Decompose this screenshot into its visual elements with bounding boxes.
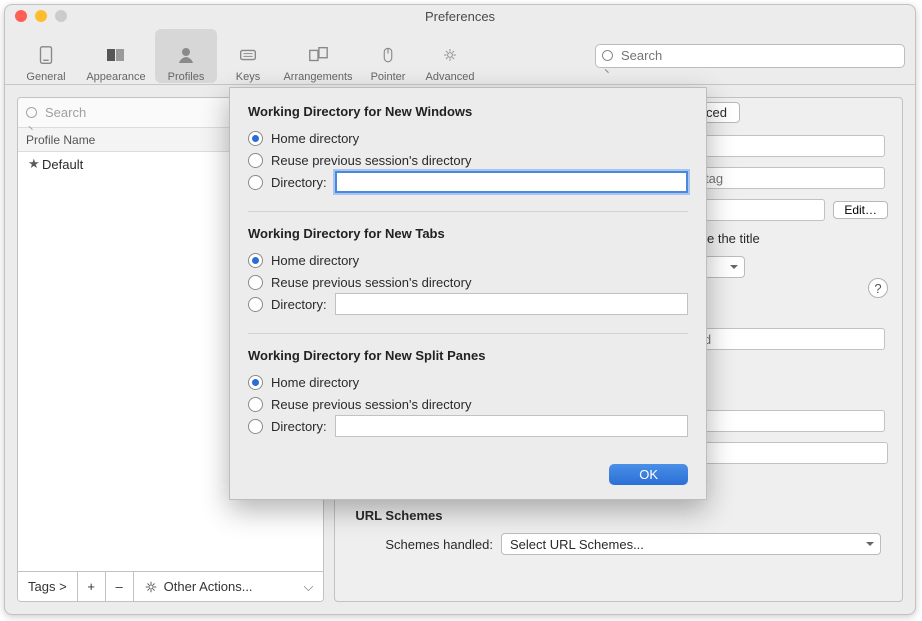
window-zoom-button[interactable] xyxy=(55,10,67,22)
tab-appearance-label: Appearance xyxy=(86,71,145,83)
keys-icon xyxy=(234,41,262,69)
window-close-button[interactable] xyxy=(15,10,27,22)
wd-windows-dir-label: Directory: xyxy=(271,175,327,190)
ok-button[interactable]: OK xyxy=(609,464,688,485)
wd-windows-home-label: Home directory xyxy=(271,131,359,146)
tab-arrangements-label: Arrangements xyxy=(283,71,352,83)
tags-button[interactable]: Tags > xyxy=(18,572,78,601)
toolbar-search[interactable] xyxy=(595,44,905,68)
wd-panes-dir-label: Directory: xyxy=(271,419,327,434)
tab-keys-label: Keys xyxy=(236,71,260,83)
wd-tabs-radio-reuse[interactable] xyxy=(248,275,263,290)
preferences-toolbar: General Appearance Profiles Keys Arrange… xyxy=(5,27,915,85)
wd-tabs-reuse-label: Reuse previous session's directory xyxy=(271,275,471,290)
wd-windows-radio-reuse[interactable] xyxy=(248,153,263,168)
other-actions-dropdown[interactable]: Other Actions... ⌵ xyxy=(134,572,324,601)
wd-panes-dir-input[interactable] xyxy=(335,415,688,437)
wd-tabs-dir-input[interactable] xyxy=(335,293,688,315)
wd-panes-radio-reuse[interactable] xyxy=(248,397,263,412)
tab-appearance[interactable]: Appearance xyxy=(77,29,155,83)
tab-general-label: General xyxy=(26,71,65,83)
sidebar-bottom-bar: Tags > + – Other Actions... ⌵ xyxy=(18,571,323,601)
help-button[interactable]: ? xyxy=(868,278,888,298)
url-schemes-header: URL Schemes xyxy=(355,508,888,523)
wd-panes-home-label: Home directory xyxy=(271,375,359,390)
tab-profiles-label: Profiles xyxy=(168,71,205,83)
tab-pointer-label: Pointer xyxy=(371,71,406,83)
general-icon xyxy=(32,41,60,69)
pointer-icon xyxy=(374,41,402,69)
title-change-checkbox-label: ange the title xyxy=(685,231,888,246)
tab-profiles[interactable]: Profiles xyxy=(155,29,217,83)
wd-tabs-dir-label: Directory: xyxy=(271,297,327,312)
advanced-gear-icon xyxy=(436,41,464,69)
window-title: Preferences xyxy=(5,9,915,24)
chevron-down-icon: ⌵ xyxy=(303,579,313,595)
wd-tabs-radio-home[interactable] xyxy=(248,253,263,268)
wd-panes-radio-home[interactable] xyxy=(248,375,263,390)
arrangements-icon xyxy=(304,41,332,69)
toolbar-search-input[interactable] xyxy=(621,48,898,63)
wd-panes-title: Working Directory for New Split Panes xyxy=(248,348,688,363)
tab-pointer[interactable]: Pointer xyxy=(357,29,419,83)
window-minimize-button[interactable] xyxy=(35,10,47,22)
wd-panes-reuse-label: Reuse previous session's directory xyxy=(271,397,471,412)
wd-tabs-home-label: Home directory xyxy=(271,253,359,268)
tab-advanced[interactable]: Advanced xyxy=(419,29,481,83)
remove-profile-button[interactable]: – xyxy=(106,572,134,601)
search-icon xyxy=(26,106,40,120)
gear-icon xyxy=(144,580,158,594)
wd-windows-reuse-label: Reuse previous session's directory xyxy=(271,153,471,168)
add-profile-button[interactable]: + xyxy=(78,572,106,601)
wd-windows-radio-home[interactable] xyxy=(248,131,263,146)
sidebar-search-placeholder: Search xyxy=(45,105,86,120)
other-actions-label: Other Actions... xyxy=(164,579,253,594)
schemes-select[interactable]: Select URL Schemes... xyxy=(501,533,881,555)
wd-panes-radio-directory[interactable] xyxy=(248,419,263,434)
tab-keys[interactable]: Keys xyxy=(217,29,279,83)
tab-advanced-label: Advanced xyxy=(426,71,475,83)
wd-windows-title: Working Directory for New Windows xyxy=(248,104,688,119)
wd-tabs-title: Working Directory for New Tabs xyxy=(248,226,688,241)
working-directory-sheet: Working Directory for New Windows Home d… xyxy=(229,87,707,500)
appearance-icon xyxy=(102,41,130,69)
profiles-icon xyxy=(172,41,200,69)
wd-tabs-radio-directory[interactable] xyxy=(248,297,263,312)
wd-windows-dir-input[interactable] xyxy=(335,171,688,193)
wd-windows-radio-directory[interactable] xyxy=(248,175,263,190)
profile-name: Default xyxy=(42,157,83,172)
star-icon: ★ xyxy=(28,156,42,172)
tab-general[interactable]: General xyxy=(15,29,77,83)
schemes-handled-label: Schemes handled: xyxy=(385,537,493,552)
tab-arrangements[interactable]: Arrangements xyxy=(279,29,357,83)
edit-button[interactable]: Edit… xyxy=(833,201,888,219)
search-icon xyxy=(602,49,616,63)
